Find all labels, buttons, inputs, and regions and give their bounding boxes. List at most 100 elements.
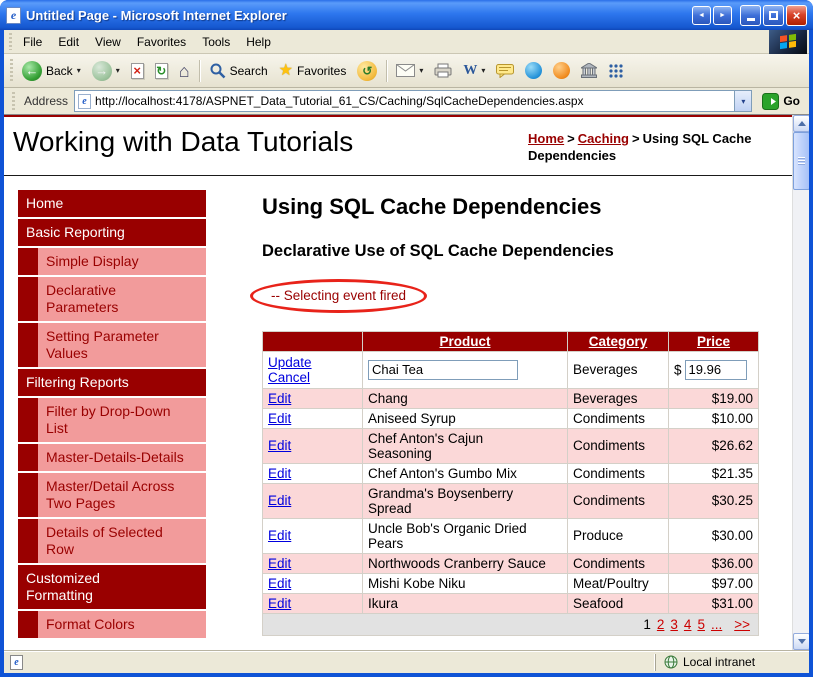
menu-help[interactable]: Help (238, 32, 279, 52)
product-name-input[interactable] (368, 359, 518, 380)
sidebar-item[interactable]: Filter by Drop-Down List (18, 397, 206, 442)
pager-page-link[interactable]: ... (711, 617, 722, 632)
breadcrumb-home-link[interactable]: Home (528, 131, 564, 146)
pager-next-link[interactable]: >> (734, 617, 750, 632)
sidebar-item[interactable]: Customized Formatting (18, 564, 206, 609)
edit-link[interactable]: Edit (268, 411, 291, 426)
favorites-button[interactable]: ★ Favorites (274, 57, 352, 85)
edit-link[interactable]: Edit (268, 596, 291, 611)
move-left-icon: ◄ (698, 11, 705, 19)
menu-edit[interactable]: Edit (50, 32, 87, 52)
sidebar-item[interactable]: Simple Display (18, 247, 206, 275)
breadcrumb-separator: > (632, 131, 640, 146)
titlebar[interactable]: e Untitled Page - Microsoft Internet Exp… (0, 0, 813, 30)
sidebar-item[interactable]: Details of Selected Row (18, 518, 206, 563)
research-button[interactable] (576, 57, 602, 85)
sidebar-indent-strip (18, 247, 38, 275)
favorites-label: Favorites (296, 63, 347, 78)
stop-icon: × (130, 62, 144, 79)
history-button[interactable]: ↺ (352, 57, 382, 85)
address-url[interactable]: http://localhost:4178/ASPNET_Data_Tutori… (95, 94, 730, 108)
sort-product-link[interactable]: Product (439, 334, 490, 349)
category-cell: Seafood (567, 592, 669, 614)
go-button[interactable]: Go (758, 92, 804, 110)
menu-favorites[interactable]: Favorites (129, 32, 194, 52)
scroll-up-button[interactable] (793, 115, 809, 132)
cancel-link[interactable]: Cancel (268, 370, 310, 385)
address-input[interactable]: e http://localhost:4178/ASPNET_Data_Tuto… (74, 90, 753, 112)
edit-link[interactable]: Edit (268, 528, 291, 543)
table-row: Edit Chef Anton's Cajun Seasoning Condimen… (262, 427, 759, 464)
discuss-button[interactable] (491, 57, 519, 85)
media-icon (553, 62, 571, 79)
sidebar-item[interactable]: Filtering Reports (18, 368, 206, 396)
vertical-scrollbar[interactable] (792, 115, 809, 650)
product-cell: Grandma's Boysenberry Spread (362, 482, 568, 519)
sidebar-item[interactable]: Setting Parameter Values (18, 322, 206, 367)
edit-link[interactable]: Edit (268, 556, 291, 571)
go-icon (762, 92, 780, 110)
mail-dropdown-icon[interactable]: ▾ (419, 66, 423, 75)
edit-link[interactable]: Edit (268, 466, 291, 481)
mail-button[interactable]: ▾ (391, 57, 428, 85)
menubar-grip[interactable] (9, 33, 12, 50)
address-dropdown-button[interactable]: ▾ (734, 91, 752, 111)
edit-link[interactable]: Edit (268, 391, 291, 406)
back-dropdown-icon[interactable]: ▾ (77, 66, 81, 75)
home-button[interactable]: ⌂ (174, 57, 195, 85)
titlebar-extra-button-1[interactable]: ◄ (692, 5, 711, 25)
word-dropdown-icon[interactable]: ▾ (481, 66, 485, 75)
scroll-down-button[interactable] (793, 633, 809, 650)
sort-price-link[interactable]: Price (697, 334, 730, 349)
media-button[interactable] (548, 57, 575, 85)
search-label: Search (229, 63, 268, 78)
breadcrumb: Home > Caching > Using SQL Cache Dependencie… (528, 126, 780, 165)
forward-button[interactable]: → ▾ (87, 57, 125, 85)
sidebar-item[interactable]: Master/Detail Across Two Pages (18, 472, 206, 517)
titlebar-extra-button-2[interactable]: ► (713, 5, 732, 25)
print-button[interactable] (429, 57, 457, 85)
menu-file[interactable]: File (15, 32, 50, 52)
sidebar-item[interactable]: Basic Reporting (18, 218, 206, 246)
edit-link[interactable]: Edit (268, 576, 291, 591)
arrow-up-icon (797, 117, 806, 126)
menu-view[interactable]: View (87, 32, 129, 52)
edit-in-word-button[interactable]: W ▾ (458, 57, 490, 85)
breadcrumb-section-link[interactable]: Caching (578, 131, 629, 146)
refresh-button[interactable]: ↻ (150, 57, 173, 85)
stop-button[interactable]: × (126, 57, 149, 85)
table-row: Edit Chef Anton's Gumbo Mix Condiments $21.… (262, 462, 759, 484)
sidebar-item[interactable]: Declarative Parameters (18, 276, 206, 321)
scrollbar-thumb[interactable] (793, 132, 809, 190)
maximize-button[interactable] (763, 4, 784, 26)
menubar: File Edit View Favorites Tools Help (4, 29, 809, 54)
pager-page-link[interactable]: 4 (684, 617, 692, 632)
messenger-button[interactable] (520, 57, 547, 85)
update-link[interactable]: Update (268, 355, 312, 370)
search-button[interactable]: Search (204, 57, 273, 85)
close-button[interactable]: × (786, 4, 807, 26)
pager-page-link[interactable]: 2 (657, 617, 665, 632)
quick-links-button[interactable] (603, 57, 628, 85)
category-cell: Produce (567, 517, 669, 554)
sidebar-item[interactable]: Home (18, 189, 206, 217)
sidebar-item[interactable]: Master-Details-Details (18, 443, 206, 471)
sort-category-link[interactable]: Category (589, 334, 648, 349)
back-button[interactable]: ← Back ▾ (17, 57, 86, 85)
pager-page-link[interactable]: 5 (697, 617, 705, 632)
edit-link[interactable]: Edit (268, 493, 291, 508)
arrow-down-icon (797, 639, 806, 648)
menu-tools[interactable]: Tools (194, 32, 238, 52)
minimize-button[interactable] (740, 4, 761, 26)
forward-dropdown-icon[interactable]: ▾ (116, 66, 120, 75)
table-row: Edit Mishi Kobe Niku Meat/Poultry $97.00 (262, 572, 759, 594)
breadcrumb-separator: > (567, 131, 575, 146)
addressbar-grip[interactable] (12, 91, 15, 111)
toolbar-grip[interactable] (10, 58, 13, 83)
edit-link[interactable]: Edit (268, 438, 291, 453)
price-input[interactable] (684, 359, 747, 380)
minimize-icon (746, 18, 755, 21)
pager-page-link[interactable]: 3 (670, 617, 678, 632)
sidebar-item[interactable]: Format Colors (18, 610, 206, 638)
site-header: Working with Data Tutorials Home > Caching… (4, 117, 792, 176)
